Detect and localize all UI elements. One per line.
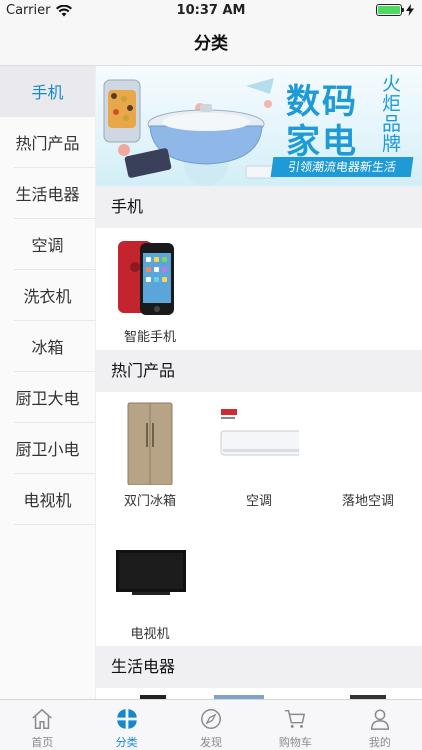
product-television[interactable]: 电视机	[96, 526, 204, 646]
product-name: 智能手机	[123, 330, 176, 345]
sidebar-item-air-conditioners[interactable]: 空调	[14, 219, 95, 270]
section-header-hot-products: 热门产品	[96, 350, 422, 392]
section-header-home-appliances: 生活电器	[96, 646, 422, 688]
tab-label: 发现	[200, 736, 223, 749]
section-header-phones: 手机	[96, 186, 422, 228]
product-name: 落地空调	[341, 494, 394, 509]
profile-icon	[370, 709, 389, 730]
air-conditioner-image	[220, 409, 299, 456]
product-name: 空调	[245, 494, 272, 509]
sidebar-item-televisions[interactable]: 电视机	[14, 474, 95, 525]
tab-discover[interactable]: 发现	[169, 700, 253, 750]
sidebar-item-home-appliances[interactable]: 生活电器	[14, 168, 95, 219]
tab-profile[interactable]: 我的	[338, 700, 422, 750]
product-floor-ac[interactable]: 落地空调	[314, 393, 422, 513]
tab-label: 购物车	[278, 736, 312, 749]
sidebar-item-refrigerators[interactable]: 冰箱	[14, 321, 95, 372]
sidebar-item-phones[interactable]: 手机	[0, 66, 95, 117]
television-image	[116, 550, 186, 595]
status-right	[376, 4, 414, 16]
banner-tagline: 引领潮流电器新生活	[270, 157, 414, 177]
product-name: 电视机	[130, 627, 170, 642]
product-smartphone[interactable]: 智能手机	[96, 229, 204, 349]
sidebar-item-washing-machines[interactable]: 洗衣机	[14, 270, 95, 321]
tab-label: 分类	[115, 736, 138, 749]
compass-icon	[201, 709, 221, 729]
navigation-bar: 分类	[0, 22, 422, 66]
category-content: 数码 家电 火炬品牌 引领潮流电器新生活 手机 智能手机 热门产品 双门冰箱 空…	[96, 66, 422, 699]
tab-category[interactable]: 分类	[84, 700, 168, 750]
smartphone-image	[118, 241, 174, 315]
page-title: 分类	[194, 34, 228, 54]
battery-icon	[376, 4, 404, 16]
banner-headline-2: 家电	[286, 122, 358, 162]
sidebar-item-kitchen-small[interactable]: 厨卫小电	[14, 423, 95, 474]
banner-brand-vertical: 火炬品牌	[382, 73, 402, 155]
sidebar-item-kitchen-large[interactable]: 厨卫大电	[14, 372, 95, 423]
category-icon	[116, 709, 137, 729]
charging-icon	[406, 4, 414, 16]
product-double-door-fridge[interactable]: 双门冰箱	[96, 393, 204, 513]
sidebar-item-hot-products[interactable]: 热门产品	[14, 117, 95, 168]
promo-banner[interactable]: 数码 家电 火炬品牌 引领潮流电器新生活	[96, 66, 422, 186]
tab-label: 我的	[368, 736, 391, 749]
status-bar: Carrier 10:37 AM	[0, 0, 422, 22]
tab-cart[interactable]: 购物车	[253, 700, 337, 750]
battery-level	[378, 6, 400, 14]
home-icon	[32, 708, 52, 729]
tab-home[interactable]: 首页	[0, 700, 84, 750]
status-time: 10:37 AM	[176, 3, 246, 18]
category-sidebar: 手机 热门产品 生活电器 空调 洗衣机 冰箱 厨卫大电 厨卫小电 电视机	[0, 66, 96, 699]
product-air-conditioner[interactable]: 空调	[205, 393, 313, 513]
tab-bar: 首页 分类 发现 购物车 我的	[0, 699, 422, 750]
fridge-image	[127, 402, 173, 485]
tab-label: 首页	[31, 736, 54, 749]
product-name: 双门冰箱	[123, 494, 176, 509]
cart-icon	[285, 709, 306, 728]
